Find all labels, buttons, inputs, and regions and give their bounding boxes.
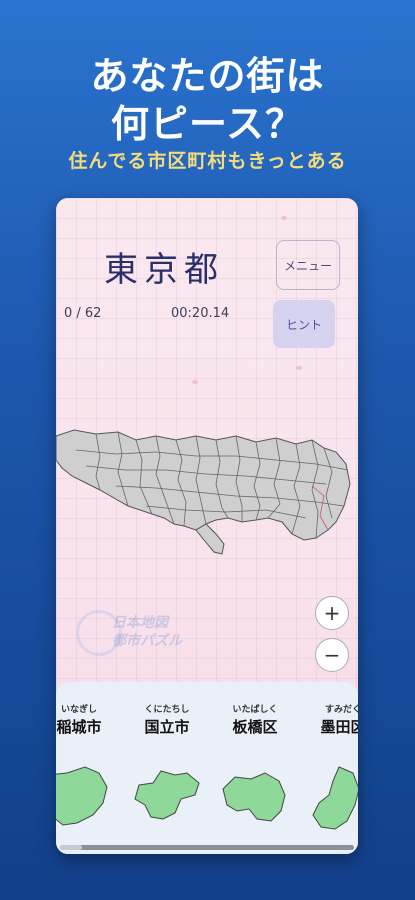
piece-shape[interactable] <box>125 765 209 831</box>
hint-button[interactable]: ヒント <box>273 300 335 348</box>
zoom-in-button[interactable]: + <box>315 596 349 630</box>
app-logo-watermark: 日本地図 都市パズル <box>76 608 206 660</box>
petal-decoration <box>296 366 302 370</box>
tray-scrollbar-thumb[interactable] <box>60 845 82 850</box>
app-screen: 東京都 メニュー 0 / 62 00:20.14 ヒント 日本地図 都市パズル … <box>56 198 358 854</box>
tokyo-southern-piece <box>195 523 225 555</box>
puzzle-piece-inagi[interactable]: いなぎし 稲城市 <box>56 682 122 831</box>
tokyo-outline <box>56 429 351 541</box>
zoom-out-button[interactable]: − <box>315 638 349 672</box>
puzzle-piece-itabashi[interactable]: いたばしく 板橋区 <box>212 682 298 831</box>
piece-tray[interactable]: いなぎし 稲城市 くにたちし 国立市 いたばしく 板橋区 すみだく 墨田区 <box>56 682 358 854</box>
timer: 00:20.14 <box>171 306 230 321</box>
hero-title-line2: 何ピース？ <box>110 102 305 146</box>
tokyo-map[interactable] <box>56 426 358 556</box>
puzzle-piece-sumida[interactable]: すみだく 墨田区 <box>300 682 358 831</box>
hero-title: あなたの街は 何ピース？ <box>0 52 415 148</box>
hero-title-line1: あなたの街は <box>90 54 325 98</box>
petal-decoration <box>281 216 287 220</box>
piece-shape[interactable] <box>213 765 297 831</box>
puzzle-piece-kunitachi[interactable]: くにたちし 国立市 <box>124 682 210 831</box>
menu-button[interactable]: メニュー <box>276 240 340 290</box>
progress-counter: 0 / 62 <box>64 306 102 321</box>
piece-shape[interactable] <box>301 765 358 831</box>
tray-scrollbar[interactable] <box>60 845 354 850</box>
piece-shape[interactable] <box>56 765 121 831</box>
hero-subtitle: 住んでる市区町村もきっとある <box>68 150 347 172</box>
petal-decoration <box>192 380 198 384</box>
prefecture-title: 東京都 <box>104 250 224 290</box>
